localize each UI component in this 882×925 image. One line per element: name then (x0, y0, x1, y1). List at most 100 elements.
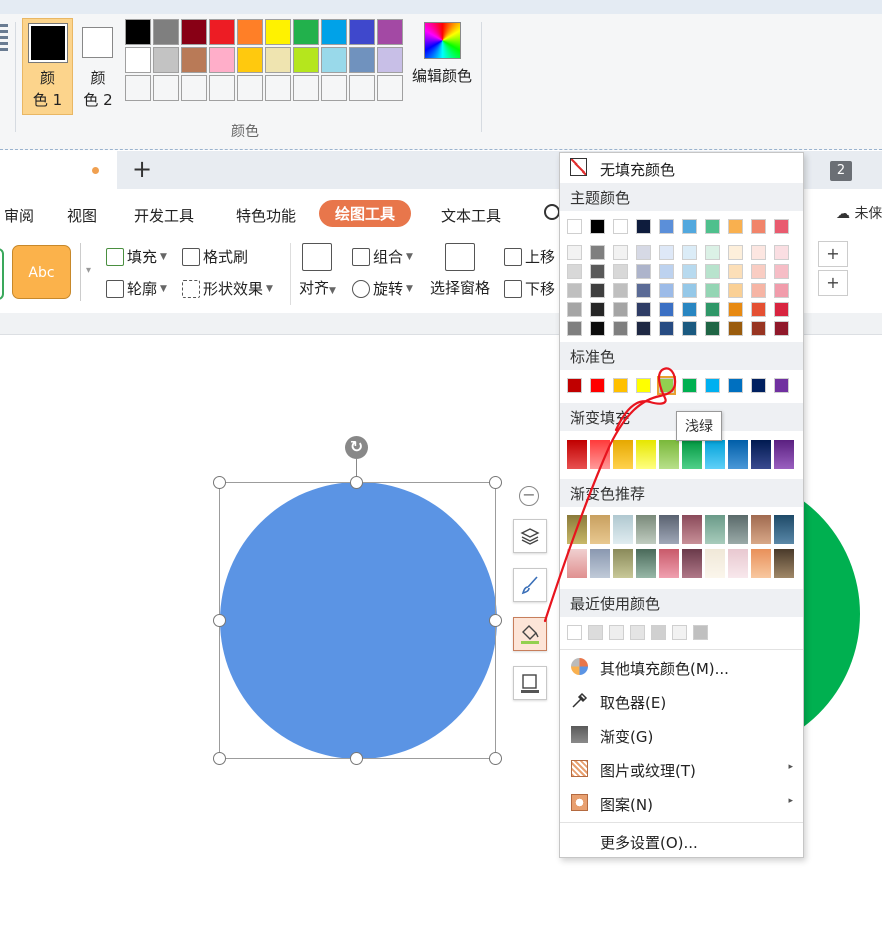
gradient-fill-swatch[interactable] (728, 440, 748, 469)
palette-color-swatch[interactable] (153, 19, 179, 45)
gradient-fill-swatch[interactable] (567, 440, 587, 469)
theme-shade-swatch[interactable] (705, 321, 720, 336)
rotate-handle-icon[interactable]: ↻ (345, 436, 368, 459)
menu-drawing-tools[interactable]: 绘图工具 (319, 200, 412, 227)
style-gallery-expand[interactable]: ▾ (80, 243, 96, 301)
theme-shade-swatch[interactable] (636, 245, 651, 260)
gradient-fill-swatch[interactable] (751, 440, 771, 469)
resize-handle-top[interactable] (350, 476, 363, 489)
theme-shade-swatch[interactable] (613, 321, 628, 336)
layers-button[interactable] (513, 519, 547, 553)
recommended-gradient-swatch[interactable] (774, 515, 794, 544)
theme-color-swatch[interactable] (751, 219, 766, 234)
palette-color-swatch[interactable] (293, 19, 319, 45)
palette-color-swatch[interactable] (265, 75, 291, 101)
edit-colors-button[interactable]: 编辑颜色 (409, 22, 475, 92)
theme-shade-swatch[interactable] (590, 264, 605, 279)
theme-shade-swatch[interactable] (774, 321, 789, 336)
theme-shade-swatch[interactable] (751, 264, 766, 279)
palette-color-swatch[interactable] (321, 75, 347, 101)
palette-color-swatch[interactable] (265, 19, 291, 45)
recommended-gradient-swatch[interactable] (705, 549, 725, 578)
menu-view[interactable]: 视图 (67, 205, 97, 226)
selection-pane-button[interactable]: 选择窗格 (430, 243, 490, 298)
recommended-gradient-swatch[interactable] (613, 549, 633, 578)
theme-shade-swatch[interactable] (728, 245, 743, 260)
search-icon[interactable] (544, 204, 560, 220)
theme-shade-swatch[interactable] (682, 245, 697, 260)
theme-shade-swatch[interactable] (774, 283, 789, 298)
theme-shade-swatch[interactable] (636, 264, 651, 279)
theme-shade-swatch[interactable] (751, 245, 766, 260)
palette-color-swatch[interactable] (209, 75, 235, 101)
theme-shade-swatch[interactable] (682, 302, 697, 317)
recommended-gradient-swatch[interactable] (774, 549, 794, 578)
recent-color-swatch[interactable] (609, 625, 624, 640)
color2-button[interactable]: 颜 色 2 (78, 22, 118, 112)
pattern-item[interactable]: 图案(N) ▸ (560, 789, 803, 819)
picture-texture-item[interactable]: 图片或纹理(T) ▸ (560, 755, 803, 785)
theme-shade-swatch[interactable] (567, 283, 582, 298)
window-count-badge[interactable]: 2 (830, 161, 852, 181)
resize-handle-bottom-right[interactable] (489, 752, 502, 765)
recommended-gradient-swatch[interactable] (567, 515, 587, 544)
gradient-fill-swatch[interactable] (613, 440, 633, 469)
palette-color-swatch[interactable] (293, 47, 319, 73)
theme-shade-swatch[interactable] (751, 283, 766, 298)
resize-handle-top-left[interactable] (213, 476, 226, 489)
resize-handle-bottom[interactable] (350, 752, 363, 765)
menu-review[interactable]: 审阅 (4, 205, 34, 226)
theme-shade-swatch[interactable] (774, 264, 789, 279)
theme-shade-swatch[interactable] (728, 302, 743, 317)
theme-shade-swatch[interactable] (567, 245, 582, 260)
standard-color-swatch[interactable] (751, 378, 766, 393)
theme-shade-swatch[interactable] (590, 283, 605, 298)
palette-color-swatch[interactable] (153, 75, 179, 101)
palette-color-swatch[interactable] (125, 47, 151, 73)
palette-color-swatch[interactable] (181, 19, 207, 45)
format-painter-button[interactable]: 格式刷 (182, 246, 248, 267)
palette-color-swatch[interactable] (237, 47, 263, 73)
palette-color-swatch[interactable] (153, 47, 179, 73)
recent-color-swatch[interactable] (567, 625, 582, 640)
theme-color-swatch[interactable] (636, 219, 651, 234)
theme-color-swatch[interactable] (567, 219, 582, 234)
recommended-gradient-swatch[interactable] (659, 549, 679, 578)
theme-shade-swatch[interactable] (613, 302, 628, 317)
theme-shade-swatch[interactable] (636, 283, 651, 298)
palette-color-swatch[interactable] (209, 47, 235, 73)
recommended-gradient-swatch[interactable] (728, 549, 748, 578)
new-tab-button[interactable]: + (132, 155, 152, 183)
standard-color-swatch[interactable] (613, 378, 628, 393)
move-down-button[interactable]: 下移 (504, 278, 555, 299)
palette-color-swatch[interactable] (237, 75, 263, 101)
theme-shade-swatch[interactable] (659, 283, 674, 298)
menu-special-features[interactable]: 特色功能 (236, 205, 296, 226)
palette-color-swatch[interactable] (237, 19, 263, 45)
style-brush-button[interactable] (513, 568, 547, 602)
recommended-gradient-swatch[interactable] (613, 515, 633, 544)
recommended-gradient-swatch[interactable] (682, 549, 702, 578)
recommended-gradient-swatch[interactable] (751, 515, 771, 544)
theme-shade-swatch[interactable] (567, 264, 582, 279)
recent-color-swatch[interactable] (672, 625, 687, 640)
gradient-fill-swatch[interactable] (659, 440, 679, 469)
theme-shade-swatch[interactable] (682, 264, 697, 279)
recent-color-swatch[interactable] (630, 625, 645, 640)
palette-color-swatch[interactable] (377, 75, 403, 101)
gradient-item[interactable]: 渐变(G) (560, 721, 803, 751)
theme-shade-swatch[interactable] (613, 283, 628, 298)
recommended-gradient-swatch[interactable] (682, 515, 702, 544)
rotate-button[interactable]: 旋转 ▼ (352, 278, 413, 299)
recent-color-swatch[interactable] (693, 625, 708, 640)
eyedropper-item[interactable]: 取色器(E) (560, 687, 803, 717)
theme-shade-swatch[interactable] (751, 321, 766, 336)
cloud-sync-button[interactable]: ☁ 未俫 (836, 203, 882, 223)
more-settings-item[interactable]: 更多设置(O)... (560, 827, 803, 857)
theme-shade-swatch[interactable] (659, 264, 674, 279)
palette-color-swatch[interactable] (265, 47, 291, 73)
theme-shade-swatch[interactable] (636, 302, 651, 317)
standard-color-swatch[interactable] (774, 378, 789, 393)
collapse-floating-toolbar-icon[interactable]: − (519, 486, 539, 506)
palette-color-swatch[interactable] (125, 75, 151, 101)
